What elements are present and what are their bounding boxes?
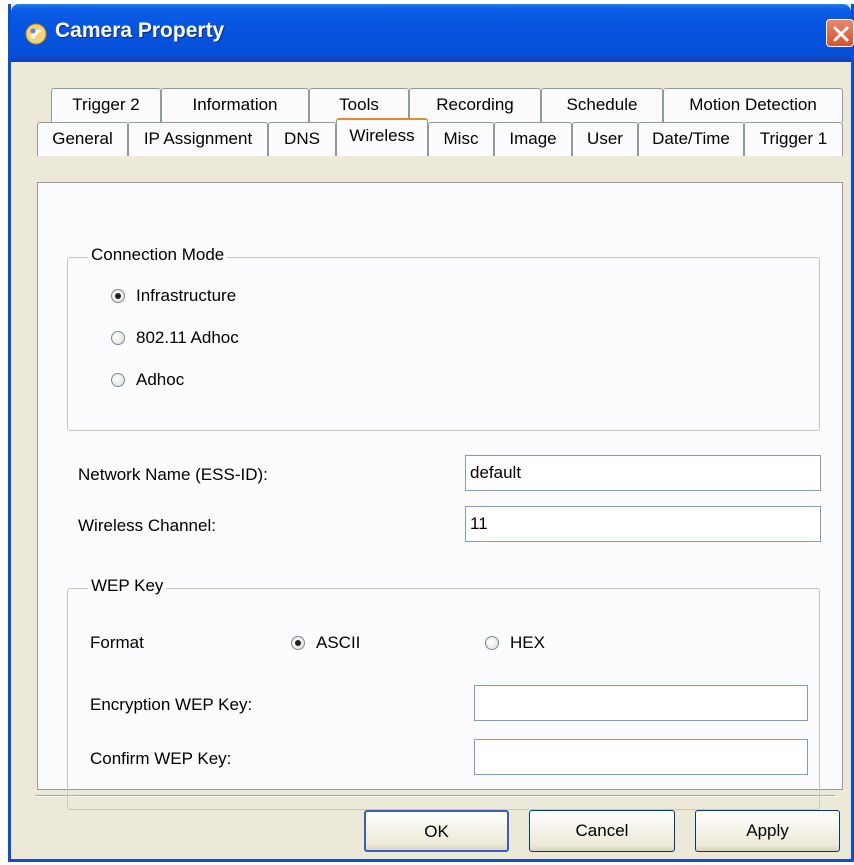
confirm-wep-key-input[interactable] bbox=[474, 739, 808, 775]
radio-label-hex: HEX bbox=[510, 633, 545, 652]
connection-mode-legend: Connection Mode bbox=[88, 245, 228, 265]
network-name-input[interactable] bbox=[465, 455, 821, 491]
camera-app-icon bbox=[25, 23, 47, 45]
encryption-wep-key-label: Encryption WEP Key: bbox=[90, 695, 253, 714]
apply-button[interactable]: Apply bbox=[695, 810, 840, 852]
window-title: Camera Property bbox=[55, 19, 225, 42]
radio-80211-adhoc[interactable]: 802.11 Adhoc bbox=[111, 328, 239, 348]
tab-image[interactable]: Image bbox=[494, 122, 572, 156]
cancel-button[interactable]: Cancel bbox=[529, 810, 675, 852]
tab-general[interactable]: General bbox=[37, 122, 128, 156]
tab-dns[interactable]: DNS bbox=[268, 122, 336, 156]
tab-user[interactable]: User bbox=[572, 122, 638, 156]
radio-ascii[interactable]: ASCII bbox=[291, 633, 360, 653]
tab-motion-detection[interactable]: Motion Detection bbox=[663, 88, 843, 122]
radio-label-80211-adhoc: 802.11 Adhoc bbox=[136, 328, 239, 347]
radio-indicator bbox=[485, 636, 499, 650]
tab-misc[interactable]: Misc bbox=[428, 122, 494, 156]
radio-label-adhoc: Adhoc bbox=[136, 370, 185, 389]
radio-indicator bbox=[111, 373, 125, 387]
tab-date-time[interactable]: Date/Time bbox=[638, 122, 744, 156]
tab-trigger-1[interactable]: Trigger 1 bbox=[744, 122, 843, 156]
tab-information[interactable]: Information bbox=[161, 88, 309, 122]
wep-key-legend: WEP Key bbox=[88, 576, 167, 596]
format-label: Format bbox=[90, 633, 144, 652]
tab-schedule[interactable]: Schedule bbox=[541, 88, 663, 122]
title-bar[interactable]: Camera Property bbox=[11, 4, 854, 62]
camera-property-window: Camera Property Trigger 2 Information To… bbox=[8, 4, 854, 862]
radio-indicator-selected bbox=[291, 636, 305, 650]
tab-trigger-2[interactable]: Trigger 2 bbox=[51, 88, 161, 122]
dialog-client-area: Trigger 2 Information Tools Recording Sc… bbox=[11, 62, 851, 859]
encryption-wep-key-input[interactable] bbox=[474, 685, 808, 721]
radio-label-infrastructure: Infrastructure bbox=[136, 286, 237, 305]
radio-indicator-selected bbox=[111, 289, 125, 303]
tab-tools[interactable]: Tools bbox=[309, 88, 409, 122]
confirm-wep-key-label: Confirm WEP Key: bbox=[90, 749, 232, 768]
radio-hex[interactable]: HEX bbox=[485, 633, 545, 653]
ok-button[interactable]: OK bbox=[364, 810, 509, 852]
close-button[interactable] bbox=[826, 19, 854, 47]
tab-recording[interactable]: Recording bbox=[409, 88, 541, 122]
wireless-tab-page: Connection Mode Infrastructure 802.11 Ad… bbox=[37, 182, 843, 810]
radio-label-ascii: ASCII bbox=[316, 633, 361, 652]
radio-infrastructure[interactable]: Infrastructure bbox=[111, 286, 236, 306]
tab-wireless[interactable]: Wireless bbox=[336, 118, 428, 156]
wireless-channel-input[interactable] bbox=[465, 506, 821, 542]
radio-adhoc[interactable]: Adhoc bbox=[111, 370, 184, 390]
network-name-label: Network Name (ESS-ID): bbox=[78, 465, 268, 484]
wireless-channel-label: Wireless Channel: bbox=[78, 516, 216, 535]
close-icon bbox=[833, 26, 849, 42]
radio-indicator bbox=[111, 331, 125, 345]
tab-ip-assignment[interactable]: IP Assignment bbox=[128, 122, 268, 156]
